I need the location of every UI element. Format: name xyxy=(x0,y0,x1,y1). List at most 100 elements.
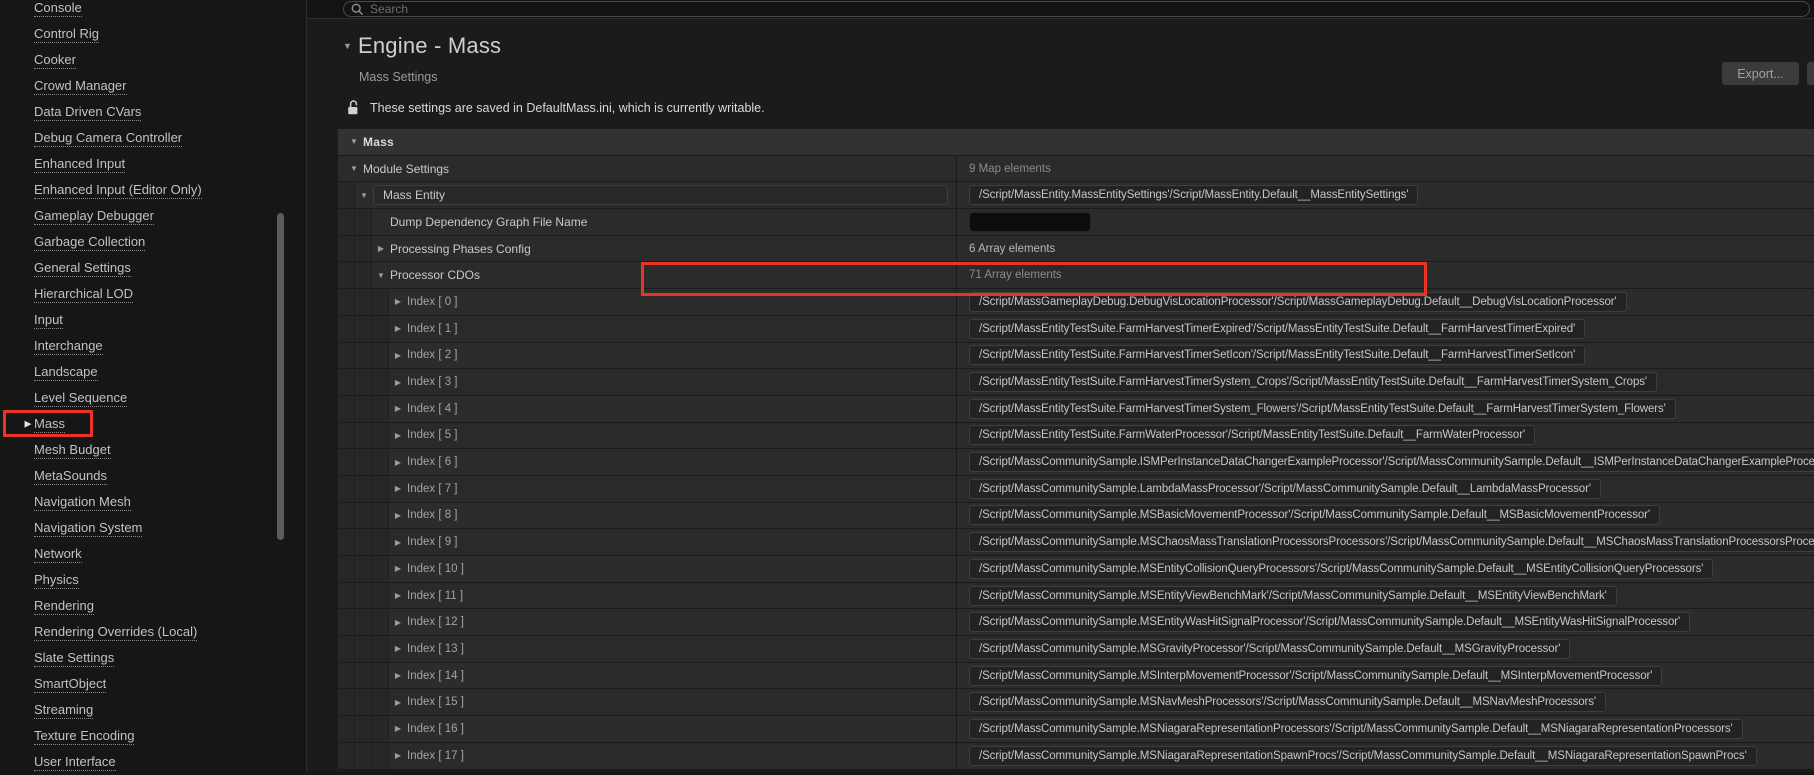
sidebar-category-item[interactable]: ▶ Interchange xyxy=(0,333,306,359)
sidebar-category-item[interactable]: ▶ Console xyxy=(0,0,306,21)
object-path-field[interactable]: /Script/MassCommunitySample.MSEntityColl… xyxy=(969,559,1713,579)
sidebar-category-item[interactable]: ▶ Network xyxy=(0,541,306,567)
array-index-row: ▶ Index [ 8 ] /Script/MassCommunitySampl… xyxy=(338,503,1814,529)
expand-icon[interactable]: ▶ xyxy=(389,458,407,467)
indent-guide xyxy=(355,503,372,529)
index-label: Index [ 8 ] xyxy=(407,509,458,521)
sidebar-category-item[interactable]: ▶ Texture Encoding xyxy=(0,723,306,749)
object-path-field[interactable]: /Script/MassCommunitySample.MSInterpMove… xyxy=(969,666,1662,686)
sidebar-category-item[interactable]: ▶ Cooker xyxy=(0,47,306,73)
expand-icon[interactable]: ▶ xyxy=(389,538,407,547)
array-elements-count: 6 Array elements xyxy=(969,243,1055,255)
indent-guide xyxy=(355,369,372,395)
expand-icon[interactable]: ▼ xyxy=(372,271,390,280)
object-path-field[interactable]: /Script/MassCommunitySample.MSGravityPro… xyxy=(969,639,1570,659)
indent-guide xyxy=(372,369,389,395)
sidebar-category-item[interactable]: ▶ Mass xyxy=(0,411,306,437)
expand-icon[interactable]: ▶ xyxy=(372,244,390,253)
map-key-field[interactable]: Mass Entity xyxy=(373,185,948,205)
object-path-field[interactable]: /Script/MassEntity.MassEntitySettings'/S… xyxy=(969,185,1418,205)
sidebar-category-item[interactable]: ▶ Hierarchical LOD xyxy=(0,281,306,307)
expand-icon[interactable]: ▶ xyxy=(389,297,407,306)
export-button[interactable]: Export... xyxy=(1722,62,1799,85)
object-path-field[interactable]: /Script/MassCommunitySample.MSEntityView… xyxy=(969,586,1617,606)
index-label: Index [ 9 ] xyxy=(407,536,458,548)
sidebar-category-item[interactable]: ▶ Enhanced Input xyxy=(0,151,306,177)
expand-icon[interactable]: ▼ xyxy=(355,191,373,200)
sidebar-category-item[interactable]: ▶ Mesh Budget xyxy=(0,437,306,463)
expand-icon[interactable]: ▶ xyxy=(389,698,407,707)
object-path-field[interactable]: /Script/MassCommunitySample.LambdaMassPr… xyxy=(969,479,1601,499)
array-index-row: ▶ Index [ 4 ] /Script/MassEntityTestSuit… xyxy=(338,396,1814,422)
text-input-field[interactable] xyxy=(969,212,1091,232)
sidebar-category-item[interactable]: ▶ Debug Camera Controller xyxy=(0,125,306,151)
index-label: Index [ 7 ] xyxy=(407,483,458,495)
object-path-field[interactable]: /Script/MassCommunitySample.MSNiagaraRep… xyxy=(969,719,1743,739)
sidebar-category-item[interactable]: ▶ Data Driven CVars xyxy=(0,99,306,125)
partial-button-edge[interactable] xyxy=(1807,62,1814,85)
expand-icon[interactable]: ▶ xyxy=(389,484,407,493)
expand-icon[interactable]: ▶ xyxy=(389,404,407,413)
section-expand-icon[interactable]: ▼ xyxy=(345,137,363,146)
sidebar-category-item[interactable]: ▶ Gameplay Debugger xyxy=(0,203,306,229)
sidebar-category-item[interactable]: ▶ Physics xyxy=(0,567,306,593)
indent-guide xyxy=(372,503,389,529)
object-path-field[interactable]: /Script/MassEntityTestSuite.FarmHarvestT… xyxy=(969,345,1585,365)
sidebar-category-item[interactable]: ▶ User Interface xyxy=(0,749,306,775)
sidebar-category-item[interactable]: ▶ Level Sequence xyxy=(0,385,306,411)
indent-guide xyxy=(355,396,372,422)
expand-icon[interactable]: ▶ xyxy=(389,431,407,440)
object-path-field[interactable]: /Script/MassEntityTestSuite.FarmHarvestT… xyxy=(969,319,1585,339)
object-path-field[interactable]: /Script/MassGameplayDebug.DebugVisLocati… xyxy=(969,292,1627,312)
index-label: Index [ 13 ] xyxy=(407,643,464,655)
sidebar-category-item[interactable]: ▶ Landscape xyxy=(0,359,306,385)
sidebar-category-item[interactable]: ▶ General Settings xyxy=(0,255,306,281)
sidebar-category-item[interactable]: ▶ Navigation Mesh xyxy=(0,489,306,515)
sidebar-category-item[interactable]: ▶ SmartObject xyxy=(0,671,306,697)
object-path-field[interactable]: /Script/MassCommunitySample.MSBasicMovem… xyxy=(969,505,1660,525)
sidebar-category-item[interactable]: ▶ Control Rig xyxy=(0,21,306,47)
expand-icon[interactable]: ▶ xyxy=(389,378,407,387)
object-path-field[interactable]: /Script/MassCommunitySample.MSNiagaraRep… xyxy=(969,746,1757,766)
expand-icon[interactable]: ▶ xyxy=(389,351,407,360)
sidebar-category-item[interactable]: ▶ Crowd Manager xyxy=(0,73,306,99)
expand-icon[interactable]: ▶ xyxy=(389,324,407,333)
indent-guide xyxy=(338,716,355,742)
expand-icon[interactable]: ▶ xyxy=(389,511,407,520)
object-path-field[interactable]: /Script/MassCommunitySample.MSEntityWasH… xyxy=(969,612,1690,632)
object-path-field[interactable]: /Script/MassCommunitySample.MSNavMeshPro… xyxy=(969,692,1606,712)
expand-icon[interactable]: ▶ xyxy=(389,591,407,600)
sidebar-category-item[interactable]: ▶ MetaSounds xyxy=(0,463,306,489)
object-path-field[interactable]: /Script/MassCommunitySample.MSChaosMassT… xyxy=(969,532,1814,552)
index-label: Index [ 0 ] xyxy=(407,296,458,308)
expand-icon[interactable]: ▶ xyxy=(389,564,407,573)
indent-guide xyxy=(372,396,389,422)
sidebar-category-item[interactable]: ▶ Streaming xyxy=(0,697,306,723)
expand-icon[interactable]: ▶ xyxy=(389,644,407,653)
sidebar-category-item[interactable]: ▶ Enhanced Input (Editor Only) xyxy=(0,177,306,203)
object-path-field[interactable]: /Script/MassEntityTestSuite.FarmHarvestT… xyxy=(969,372,1657,392)
sidebar-category-item[interactable]: ▶ Slate Settings xyxy=(0,645,306,671)
object-path-field[interactable]: /Script/MassCommunitySample.ISMPerInstan… xyxy=(969,452,1814,472)
index-label: Index [ 12 ] xyxy=(407,616,464,628)
section-row-mass[interactable]: ▼ Mass xyxy=(338,129,1814,155)
indent-guide xyxy=(338,556,355,582)
object-path-field[interactable]: /Script/MassEntityTestSuite.FarmHarvestT… xyxy=(969,399,1676,419)
settings-main-panel: Search ▼ Engine - Mass Mass Settings Exp… xyxy=(307,0,1814,772)
sidebar-category-item[interactable]: ▶ Navigation System xyxy=(0,515,306,541)
indent-guide xyxy=(372,423,389,449)
expand-icon[interactable]: ▼ xyxy=(345,164,363,173)
header-collapse-icon[interactable]: ▼ xyxy=(343,41,352,51)
sidebar-category-item[interactable]: ▶ Rendering Overrides (Local) xyxy=(0,619,306,645)
sidebar-category-item[interactable]: ▶ Input xyxy=(0,307,306,333)
expand-icon[interactable]: ▶ xyxy=(389,724,407,733)
expand-icon[interactable]: ▶ xyxy=(389,751,407,760)
sidebar-scrollbar[interactable] xyxy=(277,213,284,540)
array-index-row: ▶ Index [ 1 ] /Script/MassEntityTestSuit… xyxy=(338,316,1814,342)
sidebar-category-item[interactable]: ▶ Rendering xyxy=(0,593,306,619)
expand-icon[interactable]: ▶ xyxy=(389,671,407,680)
object-path-field[interactable]: /Script/MassEntityTestSuite.FarmWaterPro… xyxy=(969,425,1535,445)
expand-icon[interactable]: ▶ xyxy=(389,618,407,627)
sidebar-category-item[interactable]: ▶ Garbage Collection xyxy=(0,229,306,255)
search-input[interactable]: Search xyxy=(343,1,1810,17)
